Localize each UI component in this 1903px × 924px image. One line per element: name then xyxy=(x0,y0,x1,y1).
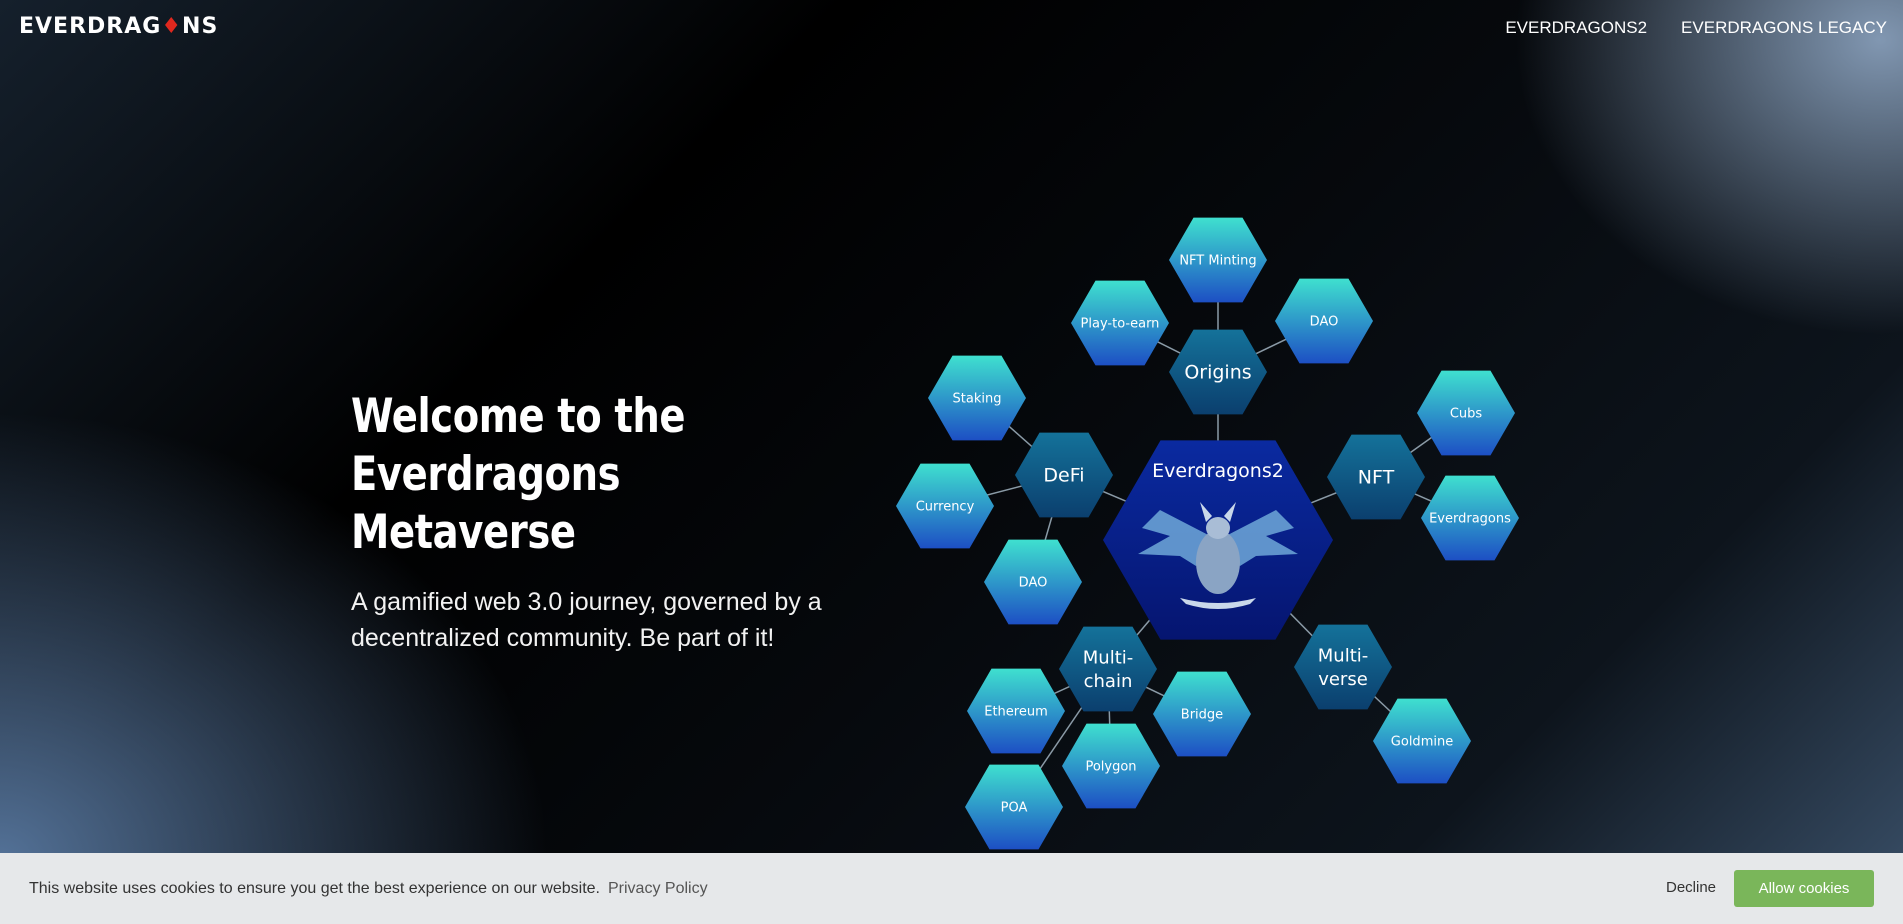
cookie-message: This website uses cookies to ensure you … xyxy=(29,879,600,897)
hex-leaf-1[interactable]: Play-to-earn xyxy=(1071,280,1169,366)
hex-hub-4-label: Multi- xyxy=(1318,646,1369,667)
hex-hub-2[interactable]: NFT xyxy=(1327,434,1425,520)
hex-hub-1-label: DeFi xyxy=(1043,465,1084,487)
top-nav: EVERDRAGONS2 EVERDRAGONS LEGACY xyxy=(1505,18,1887,38)
hex-leaf-9-label: Bridge xyxy=(1181,708,1223,723)
hero: Welcome to the Everdragons Metaverse A g… xyxy=(351,388,871,656)
decline-cookies-button[interactable]: Decline xyxy=(1666,879,1716,896)
hex-leaf-7-label: Everdragons xyxy=(1429,512,1511,527)
hex-leaf-10[interactable]: Polygon xyxy=(1062,723,1160,809)
hex-hub-3[interactable]: Multi-chain xyxy=(1059,626,1157,712)
nav-link-everdragons-legacy[interactable]: EVERDRAGONS LEGACY xyxy=(1681,18,1887,38)
hex-leaf-0[interactable]: NFT Minting xyxy=(1169,217,1267,303)
hero-subtitle-line1: A gamified web 3.0 journey, governed by … xyxy=(351,588,822,616)
hex-leaf-0-label: NFT Minting xyxy=(1179,254,1256,269)
hex-leaf-4-label: Currency xyxy=(916,500,975,515)
hex-leaf-8-label: Ethereum xyxy=(984,705,1048,720)
hex-leaf-10-label: Polygon xyxy=(1085,760,1136,775)
hex-leaf-6-label: Cubs xyxy=(1450,407,1483,422)
hex-nodes: Everdragons2OriginsDeFi NFTMulti-chainMul… xyxy=(896,217,1519,850)
hex-hub-2-label: NFT xyxy=(1358,467,1395,489)
hero-subtitle-line2: decentralized community. Be part of it! xyxy=(351,624,775,652)
hex-hub-0-label: Origins xyxy=(1184,362,1251,384)
hero-title-line1: Welcome to the xyxy=(351,389,686,444)
hex-leaf-12-label: Goldmine xyxy=(1391,735,1453,750)
hex-hub-3-shape xyxy=(1059,626,1157,712)
hex-hub-0[interactable]: Origins xyxy=(1169,329,1267,415)
hex-hub-4-shape xyxy=(1294,624,1392,710)
hex-leaf-3-label: Staking xyxy=(953,392,1002,407)
hex-leaf-2-label: DAO xyxy=(1310,315,1339,330)
hex-leaf-5-label: DAO xyxy=(1019,576,1048,591)
hex-leaf-9[interactable]: Bridge xyxy=(1153,671,1251,757)
hex-leaf-5[interactable]: DAO xyxy=(984,539,1082,625)
site-logo[interactable]: EVERDRAG ♦ NS xyxy=(19,14,218,39)
hex-leaf-11-label: POA xyxy=(1001,801,1028,816)
hex-leaf-4[interactable]: Currency xyxy=(896,463,994,549)
logo-text-end: NS xyxy=(182,14,219,39)
hex-leaf-1-label: Play-to-earn xyxy=(1081,317,1160,332)
hex-leaf-12[interactable]: Goldmine xyxy=(1373,698,1471,784)
hero-subtitle: A gamified web 3.0 journey, governed by … xyxy=(351,584,871,656)
privacy-policy-link[interactable]: Privacy Policy xyxy=(608,880,708,898)
hex-hub-3-label: chain xyxy=(1084,671,1133,692)
hero-title-line2: Everdragons Metaverse xyxy=(351,447,621,560)
hex-leaf-8[interactable]: Ethereum xyxy=(967,668,1065,754)
flame-icon: ♦ xyxy=(161,14,183,39)
hex-center-everdragons2-label: Everdragons2 xyxy=(1152,460,1284,482)
hero-title: Welcome to the Everdragons Metaverse xyxy=(351,388,843,562)
hex-leaf-6[interactable]: Cubs xyxy=(1417,370,1515,456)
nav-link-everdragons2[interactable]: EVERDRAGONS2 xyxy=(1505,18,1647,38)
hex-hub-4-label: verse xyxy=(1318,669,1368,690)
hex-leaf-11[interactable]: POA xyxy=(965,764,1063,850)
hex-leaf-2[interactable]: DAO xyxy=(1275,278,1373,364)
hex-hub-3-label: Multi- xyxy=(1083,648,1134,669)
hex-leaf-7[interactable]: Everdragons xyxy=(1421,475,1519,561)
cookie-banner: This website uses cookies to ensure you … xyxy=(0,853,1903,924)
allow-cookies-button[interactable]: Allow cookies xyxy=(1734,870,1874,907)
hex-hub-4[interactable]: Multi-verse xyxy=(1294,624,1392,710)
logo-text: EVERDRAG xyxy=(19,14,162,39)
ecosystem-hex-map: Everdragons2OriginsDeFi NFTMulti-chainMul… xyxy=(896,217,1519,850)
